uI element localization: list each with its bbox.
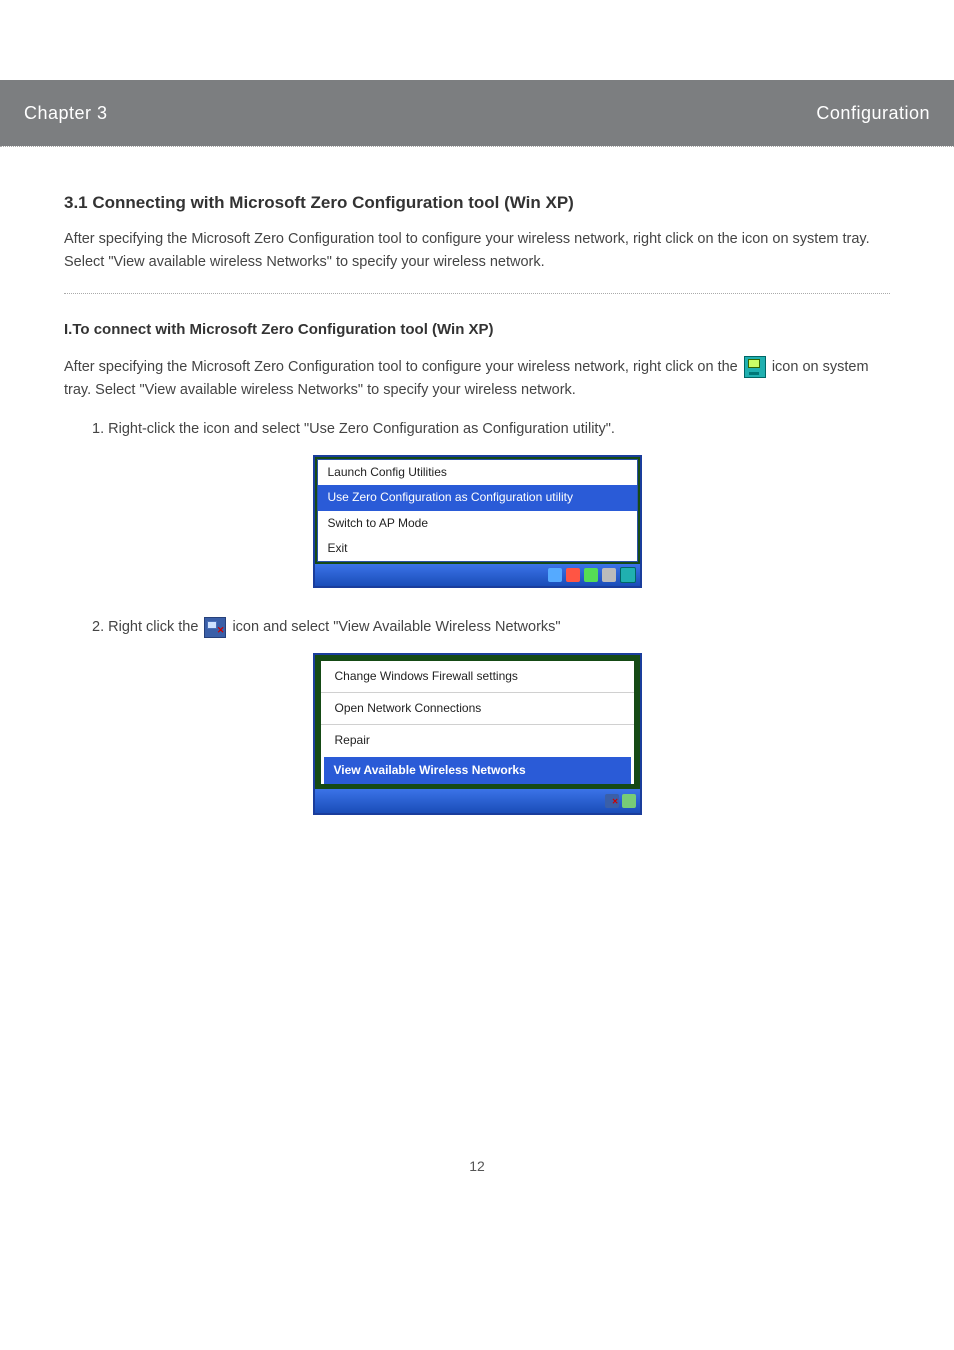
tray-icon-config-utility[interactable]	[620, 567, 636, 583]
tray-icon-generic[interactable]	[584, 568, 598, 582]
taskbar-1	[315, 564, 640, 586]
menu-item-use-zero-config[interactable]: Use Zero Configuration as Configuration …	[318, 485, 637, 510]
tray-icon-generic[interactable]	[548, 568, 562, 582]
menu-item-repair[interactable]: Repair	[321, 725, 634, 756]
chapter-title: Configuration	[816, 103, 930, 124]
menu-item-exit[interactable]: Exit	[318, 536, 637, 561]
chapter-label: Chapter 3	[24, 103, 108, 124]
menu-item-launch-config[interactable]: Launch Config Utilities	[318, 460, 637, 485]
config-tray-icon	[744, 356, 766, 378]
step-2: 2. Right click the icon and select "View…	[92, 616, 890, 639]
tray-icon-generic[interactable]	[622, 794, 636, 808]
tray-icon-generic[interactable]	[602, 568, 616, 582]
page-number: 12	[64, 1155, 890, 1177]
screenshot-context-menu-2: Change Windows Firewall settings Open Ne…	[313, 653, 642, 815]
menu-item-open-network-connections[interactable]: Open Network Connections	[321, 693, 634, 725]
screenshot-context-menu-1: Launch Config Utilities Use Zero Configu…	[313, 455, 642, 588]
chapter-header-bar: Chapter 3 Configuration	[0, 80, 954, 146]
taskbar-2	[315, 789, 640, 813]
menu-item-view-wireless-networks[interactable]: View Available Wireless Networks	[324, 757, 631, 784]
paragraph-2: After specifying the Microsoft Zero Conf…	[64, 356, 890, 402]
intro-paragraph: After specifying the Microsoft Zero Conf…	[64, 228, 890, 274]
section-heading: 3.1 Connecting with Microsoft Zero Confi…	[64, 189, 890, 216]
wireless-tray-icon	[204, 617, 226, 638]
tray-icon-generic[interactable]	[566, 568, 580, 582]
menu-item-switch-ap-mode[interactable]: Switch to AP Mode	[318, 511, 637, 536]
context-menu-1: Launch Config Utilities Use Zero Configu…	[317, 459, 638, 562]
menu-item-change-firewall[interactable]: Change Windows Firewall settings	[321, 661, 634, 693]
context-menu-2: Change Windows Firewall settings Open Ne…	[321, 661, 634, 784]
page-content: 3.1 Connecting with Microsoft Zero Confi…	[0, 147, 954, 1177]
tray-icon-wireless[interactable]	[605, 794, 619, 808]
step-1: 1. Right-click the icon and select "Use …	[92, 418, 890, 441]
section-divider	[64, 293, 890, 294]
subsection-heading: I.To connect with Microsoft Zero Configu…	[64, 318, 890, 342]
